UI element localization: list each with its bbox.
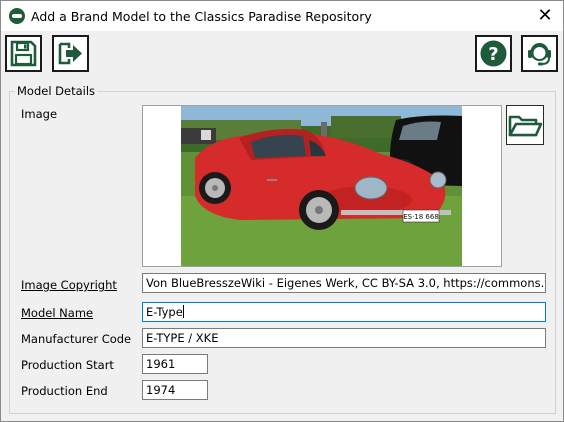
close-button[interactable]: ✕: [533, 4, 557, 28]
support-icon: [528, 43, 551, 66]
browse-image-button[interactable]: [506, 105, 544, 145]
production-end-label: Production End: [21, 384, 108, 398]
title-bar: Add a Brand Model to the Classics Paradi…: [1, 1, 563, 31]
production-start-field[interactable]: 1961: [142, 354, 208, 374]
production-start-label: Production Start: [21, 358, 114, 372]
help-button[interactable]: ?: [475, 35, 512, 72]
model-name-value: E-Type: [146, 305, 183, 319]
image-copyright-label[interactable]: Image Copyright: [21, 278, 117, 292]
manufacturer-code-field[interactable]: E-TYPE / XKE: [142, 328, 546, 348]
svg-text:?: ?: [488, 44, 498, 65]
text-cursor: [182, 305, 184, 318]
model-name-field[interactable]: E-Type: [142, 302, 546, 322]
image-label: Image: [21, 107, 58, 121]
save-button[interactable]: [5, 35, 42, 72]
production-end-field[interactable]: 1974: [142, 380, 208, 400]
help-icon: ?: [480, 40, 507, 67]
car-image: ES·18 668: [181, 106, 462, 266]
model-name-label[interactable]: Model Name: [21, 306, 93, 320]
folder-open-icon: [508, 115, 543, 137]
license-plate: ES·18 668: [403, 213, 439, 221]
image-box[interactable]: ES·18 668: [142, 105, 502, 267]
toolbar: ?: [1, 31, 563, 79]
group-legend: Model Details: [15, 84, 98, 98]
exit-button[interactable]: [52, 35, 89, 72]
window-title: Add a Brand Model to the Classics Paradi…: [31, 9, 372, 24]
app-logo-icon: [9, 8, 25, 24]
support-button[interactable]: [521, 35, 558, 72]
save-icon: [10, 40, 37, 67]
exit-icon: [58, 42, 82, 65]
manufacturer-code-label: Manufacturer Code: [21, 332, 132, 346]
image-copyright-field[interactable]: Von BlueBresszeWiki - Eigenes Werk, CC B…: [142, 273, 546, 293]
car-photo: ES·18 668: [181, 106, 462, 266]
